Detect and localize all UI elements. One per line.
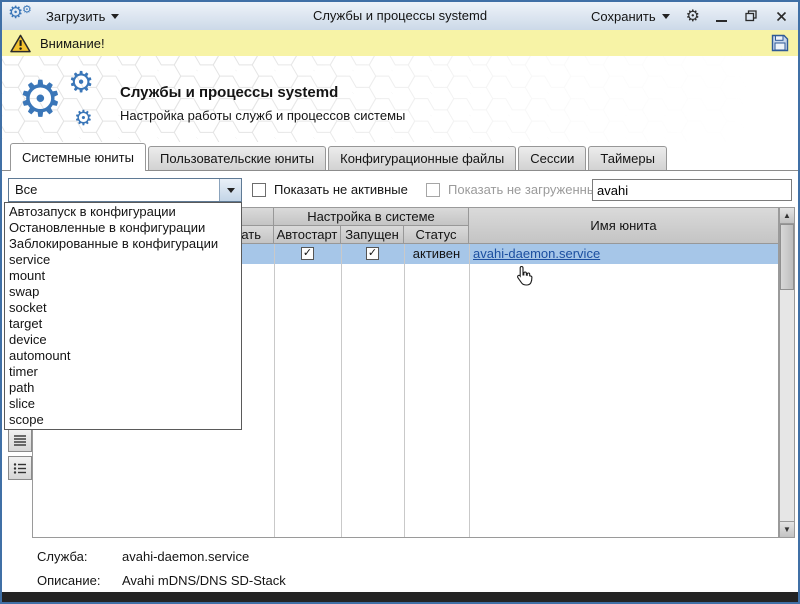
scroll-down-button[interactable]: ▼ — [780, 521, 794, 537]
table-header-status[interactable]: Статус — [404, 226, 469, 244]
tab-config-files[interactable]: Конфигурационные файлы — [328, 146, 516, 170]
minimize-icon — [716, 20, 727, 22]
table-header-autostart[interactable]: Автостарт — [274, 226, 341, 244]
close-button[interactable] — [772, 6, 790, 26]
chevron-down-icon — [111, 14, 119, 19]
search-input[interactable] — [592, 179, 792, 201]
list-view-icon — [13, 434, 27, 447]
detail-view-button[interactable] — [8, 456, 32, 480]
minimize-button[interactable] — [712, 6, 730, 26]
unit-filter-value: Все — [15, 179, 37, 201]
scroll-up-button[interactable]: ▲ — [780, 208, 794, 224]
column-divider — [341, 244, 342, 537]
service-label: Служба: — [37, 549, 87, 565]
titlebar: ⚙ ⚙ Загрузить Службы и процессы systemd … — [2, 2, 798, 31]
dropdown-item[interactable]: scope — [5, 412, 241, 428]
maximize-button[interactable] — [742, 6, 760, 26]
unit-filter-dropdown[interactable]: Автозапуск в конфигурацииОстановленные в… — [4, 202, 242, 430]
chevron-down-icon — [662, 14, 670, 19]
tab-sessions[interactable]: Сессии — [518, 146, 586, 170]
close-icon — [776, 11, 787, 22]
maximize-icon — [745, 10, 757, 22]
column-divider — [274, 244, 275, 537]
table-header-running[interactable]: Запущен — [341, 226, 404, 244]
tab-bar: Системные юниты Пользовательские юниты К… — [2, 142, 798, 171]
page-title: Службы и процессы systemd — [120, 84, 338, 101]
bottom-strip — [2, 592, 798, 602]
banner-gears-icon: ⚙ ⚙ ⚙ — [18, 72, 118, 140]
warning-icon — [10, 34, 31, 53]
app-window: ⚙ ⚙ Загрузить Службы и процессы systemd … — [0, 0, 800, 604]
load-menu-label: Загрузить — [46, 9, 105, 24]
dropdown-item[interactable]: Остановленные в конфигурации — [5, 220, 241, 236]
tab-system-units[interactable]: Системные юниты — [10, 143, 146, 171]
dropdown-item[interactable]: Заблокированные в конфигурации — [5, 236, 241, 252]
dropdown-item[interactable]: mount — [5, 268, 241, 284]
table-scrollbar[interactable]: ▲ ▼ — [779, 207, 795, 538]
description-label: Описание: — [37, 573, 100, 589]
description-value: Avahi mDNS/DNS SD-Stack — [122, 573, 286, 589]
scrollbar-thumb[interactable] — [780, 224, 794, 290]
dropdown-item[interactable]: timer — [5, 364, 241, 380]
detail-view-icon — [13, 462, 27, 475]
dropdown-item[interactable]: path — [5, 380, 241, 396]
app-gears-icon: ⚙ ⚙ — [8, 4, 35, 28]
tab-user-units[interactable]: Пользовательские юниты — [148, 146, 326, 170]
show-unloaded-label: Показать не загруженные — [448, 178, 603, 202]
row-running-checkbox[interactable]: ✓ — [366, 247, 379, 260]
table-header-unit-name[interactable]: Имя юнита — [469, 208, 778, 244]
settings-gear-icon[interactable]: ⚙ — [686, 8, 700, 24]
header-banner: ⚙ ⚙ ⚙ Службы и процессы systemd Настройк… — [2, 56, 798, 142]
scroll-up-icon: ▲ — [783, 211, 791, 220]
gear-small-icon: ⚙ — [22, 4, 32, 15]
show-unloaded-checkbox[interactable] — [426, 183, 440, 197]
show-inactive-label: Показать не активные — [274, 178, 408, 202]
chevron-down-icon — [227, 188, 235, 193]
warning-bar: Внимание! — [2, 30, 798, 57]
dropdown-item[interactable]: device — [5, 332, 241, 348]
dropdown-item[interactable]: service — [5, 252, 241, 268]
scroll-down-icon: ▼ — [783, 525, 791, 534]
dropdown-item[interactable]: socket — [5, 300, 241, 316]
dropdown-item[interactable]: automount — [5, 348, 241, 364]
load-menu-button[interactable]: Загрузить — [42, 4, 123, 28]
unit-filter-combobox[interactable]: Все — [8, 178, 242, 202]
column-divider — [404, 244, 405, 537]
hand-cursor-icon — [515, 265, 534, 289]
gear-icon: ⚙ — [8, 5, 23, 22]
gear-small-icon: ⚙ — [74, 108, 93, 129]
combo-dropdown-button[interactable] — [219, 179, 241, 201]
page-subtitle: Настройка работы служб и процессов систе… — [120, 108, 405, 123]
list-view-button[interactable] — [8, 428, 32, 452]
warning-label: Внимание! — [40, 36, 105, 51]
dropdown-item[interactable]: swap — [5, 284, 241, 300]
tab-timers[interactable]: Таймеры — [588, 146, 667, 170]
show-inactive-checkbox[interactable] — [252, 183, 266, 197]
save-menu-button[interactable]: Сохранить — [587, 4, 674, 28]
dropdown-item[interactable]: Автозапуск в конфигурации — [5, 204, 241, 220]
service-value: avahi-daemon.service — [122, 549, 249, 565]
save-menu-label: Сохранить — [591, 9, 656, 24]
column-divider — [469, 244, 470, 537]
dropdown-item[interactable]: slice — [5, 396, 241, 412]
save-changes-button[interactable] — [770, 33, 790, 53]
table-header-group-system: Настройка в системе — [274, 208, 469, 226]
dropdown-item[interactable]: target — [5, 316, 241, 332]
gear-medium-icon: ⚙ — [68, 68, 94, 97]
row-autostart-checkbox[interactable]: ✓ — [301, 247, 314, 260]
unit-name-link[interactable]: avahi-daemon.service — [473, 244, 600, 264]
save-file-icon — [770, 33, 790, 53]
row-status: активен — [404, 244, 469, 264]
gear-large-icon: ⚙ — [18, 74, 63, 124]
